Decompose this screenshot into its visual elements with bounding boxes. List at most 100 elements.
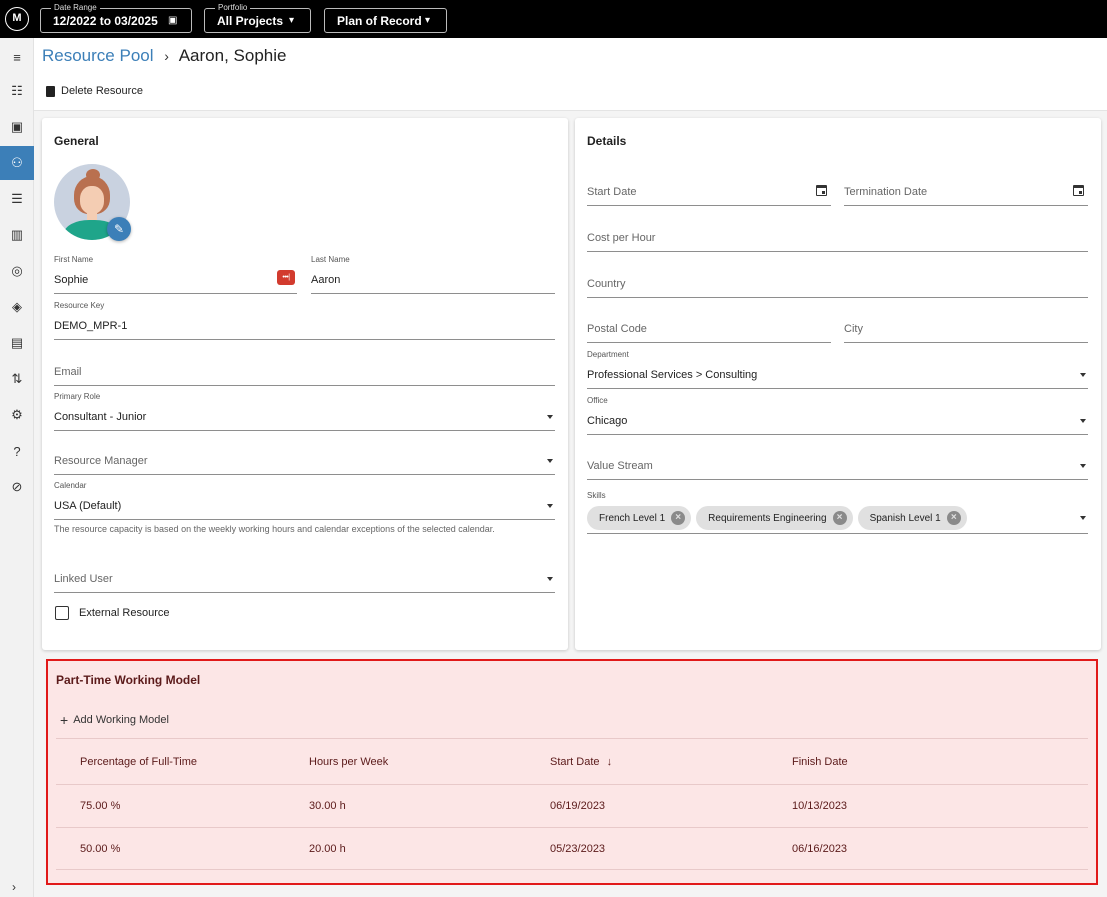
date-range-label: Date Range xyxy=(51,3,100,13)
portfolio-value: All Projects xyxy=(217,14,284,28)
chevron-down-icon: ▾ xyxy=(425,15,431,26)
email-placeholder: Email xyxy=(54,366,82,378)
skill-chip[interactable]: French Level 1 × xyxy=(587,506,692,530)
side-rail: ≡ ☷ ▣ ⚇ ☰ ▥ ◎ ◈ ▤ ⇅ ⚙ ? ⊘ xyxy=(0,38,34,897)
password-dots-icon[interactable]: •••| xyxy=(277,270,295,285)
city-placeholder: City xyxy=(844,323,863,335)
value-stream-placeholder: Value Stream xyxy=(587,460,653,472)
expand-rail-icon[interactable]: › xyxy=(12,880,16,894)
swap-icon[interactable]: ⇅ xyxy=(0,362,34,396)
last-name-value: Aaron xyxy=(311,274,341,286)
start-date-placeholder: Start Date xyxy=(587,186,637,198)
cell-start-date: 06/19/2023 xyxy=(550,800,606,812)
remove-chip-icon[interactable]: × xyxy=(671,511,686,525)
cell-finish-date: 10/13/2023 xyxy=(792,800,848,812)
delete-resource-button[interactable]: Delete Resource xyxy=(46,84,143,98)
cost-per-hour-field[interactable]: Cost per Hour xyxy=(587,226,1088,252)
delete-resource-label: Delete Resource xyxy=(61,85,143,97)
primary-role-label: Primary Role xyxy=(54,392,101,401)
calendar-icon[interactable] xyxy=(816,185,827,196)
caret-down-icon xyxy=(547,577,553,581)
last-name-label: Last Name xyxy=(311,255,350,264)
start-date-field[interactable]: Start Date xyxy=(587,180,831,206)
postal-code-field[interactable]: Postal Code xyxy=(587,317,831,343)
people-list-icon[interactable]: ☷ xyxy=(0,74,34,108)
edit-avatar-button[interactable]: ✎ xyxy=(107,217,131,241)
resource-key-field[interactable]: Resource Key DEMO_MPR-1 xyxy=(54,301,555,340)
target-icon[interactable]: ◎ xyxy=(0,254,34,288)
country-placeholder: Country xyxy=(587,278,626,290)
help-icon[interactable]: ? xyxy=(0,434,34,468)
skill-chip[interactable]: Requirements Engineering × xyxy=(696,506,853,530)
skills-chips: French Level 1 × Requirements Engineerin… xyxy=(587,506,967,530)
columns-icon[interactable]: ▥ xyxy=(0,218,34,252)
calendar-select[interactable]: Calendar USA (Default) xyxy=(54,481,555,520)
cell-hours: 20.00 h xyxy=(309,843,346,855)
remove-chip-icon[interactable]: × xyxy=(946,511,961,525)
directions-icon[interactable]: ◈ xyxy=(0,290,34,324)
linked-user-placeholder: Linked User xyxy=(54,573,113,585)
resource-manager-select[interactable]: Resource Manager xyxy=(54,449,555,475)
resource-manager-placeholder: Resource Manager xyxy=(54,455,148,467)
gear-icon[interactable]: ⚙ xyxy=(0,398,34,432)
plan-select[interactable]: Plan of Record ▾ xyxy=(324,8,447,33)
city-field[interactable]: City xyxy=(844,317,1088,343)
date-range-value: 12/2022 to 03/2025 xyxy=(53,14,158,28)
country-field[interactable]: Country xyxy=(587,272,1088,298)
cell-percentage: 50.00 % xyxy=(80,843,121,855)
external-resource-label: External Resource xyxy=(79,607,170,619)
part-time-card: Part-Time Working Model + Add Working Mo… xyxy=(46,659,1098,885)
app-logo-icon[interactable]: M xyxy=(5,7,29,31)
resource-key-value: DEMO_MPR-1 xyxy=(54,320,128,332)
pencil-icon: ✎ xyxy=(113,222,125,236)
caret-down-icon xyxy=(547,415,553,419)
portfolio-select[interactable]: Portfolio All Projects ▾ xyxy=(204,3,311,33)
column-header-percentage[interactable]: Percentage of Full-Time xyxy=(80,756,197,769)
linked-user-select[interactable]: Linked User xyxy=(54,567,555,593)
email-field[interactable]: Email xyxy=(54,360,555,386)
office-value: Chicago xyxy=(587,415,628,427)
contact-card-icon[interactable]: ▣ xyxy=(0,110,34,144)
skill-chip[interactable]: Spanish Level 1 × xyxy=(857,506,967,530)
divider xyxy=(56,784,1088,785)
date-range-picker[interactable]: Date Range 12/2022 to 03/2025 ▣ xyxy=(40,3,192,33)
resource-key-label: Resource Key xyxy=(54,301,105,310)
column-header-hours[interactable]: Hours per Week xyxy=(309,756,388,769)
list-icon[interactable]: ☰ xyxy=(0,182,34,216)
details-title: Details xyxy=(587,134,627,148)
external-resource-checkbox[interactable] xyxy=(55,606,69,620)
document-icon[interactable]: ▤ xyxy=(0,326,34,360)
postal-code-placeholder: Postal Code xyxy=(587,323,647,335)
office-select[interactable]: Office Chicago xyxy=(587,396,1088,435)
calendar-icon[interactable]: ▣ xyxy=(168,14,177,28)
compass-icon[interactable]: ⊘ xyxy=(0,470,34,504)
cell-hours: 30.00 h xyxy=(309,800,346,812)
skill-chip-label: Spanish Level 1 xyxy=(869,512,941,524)
breadcrumb-resource-pool[interactable]: Resource Pool xyxy=(42,46,154,65)
calendar-icon[interactable] xyxy=(1073,185,1084,196)
column-header-start-date-label: Start Date xyxy=(550,756,600,768)
cost-per-hour-placeholder: Cost per Hour xyxy=(587,232,656,244)
add-working-model-button[interactable]: + Add Working Model xyxy=(60,713,169,727)
first-name-field[interactable]: First Name Sophie •••| xyxy=(54,255,297,294)
top-bar: M Date Range 12/2022 to 03/2025 ▣ Portfo… xyxy=(0,0,1107,38)
column-header-finish-date[interactable]: Finish Date xyxy=(792,756,848,769)
value-stream-select[interactable]: Value Stream xyxy=(587,454,1088,480)
resource-pool-icon[interactable]: ⚇ xyxy=(0,146,34,180)
last-name-field[interactable]: Last Name Aaron xyxy=(311,255,555,294)
skills-label: Skills xyxy=(587,491,606,500)
menu-toggle-icon[interactable]: ≡ xyxy=(0,40,34,74)
office-label: Office xyxy=(587,396,608,405)
general-title: General xyxy=(54,134,99,148)
skill-chip-label: Requirements Engineering xyxy=(708,512,827,524)
department-select[interactable]: Department Professional Services > Consu… xyxy=(587,350,1088,389)
first-name-value: Sophie xyxy=(54,274,89,286)
primary-role-select[interactable]: Primary Role Consultant - Junior xyxy=(54,392,555,431)
calendar-value: USA (Default) xyxy=(54,500,122,512)
plan-value: Plan of Record xyxy=(337,14,422,28)
remove-chip-icon[interactable]: × xyxy=(832,511,847,525)
chevron-down-icon: ▾ xyxy=(289,15,295,26)
termination-date-field[interactable]: Termination Date xyxy=(844,180,1088,206)
divider xyxy=(56,827,1088,828)
column-header-start-date[interactable]: Start Date ↓ xyxy=(550,756,612,769)
